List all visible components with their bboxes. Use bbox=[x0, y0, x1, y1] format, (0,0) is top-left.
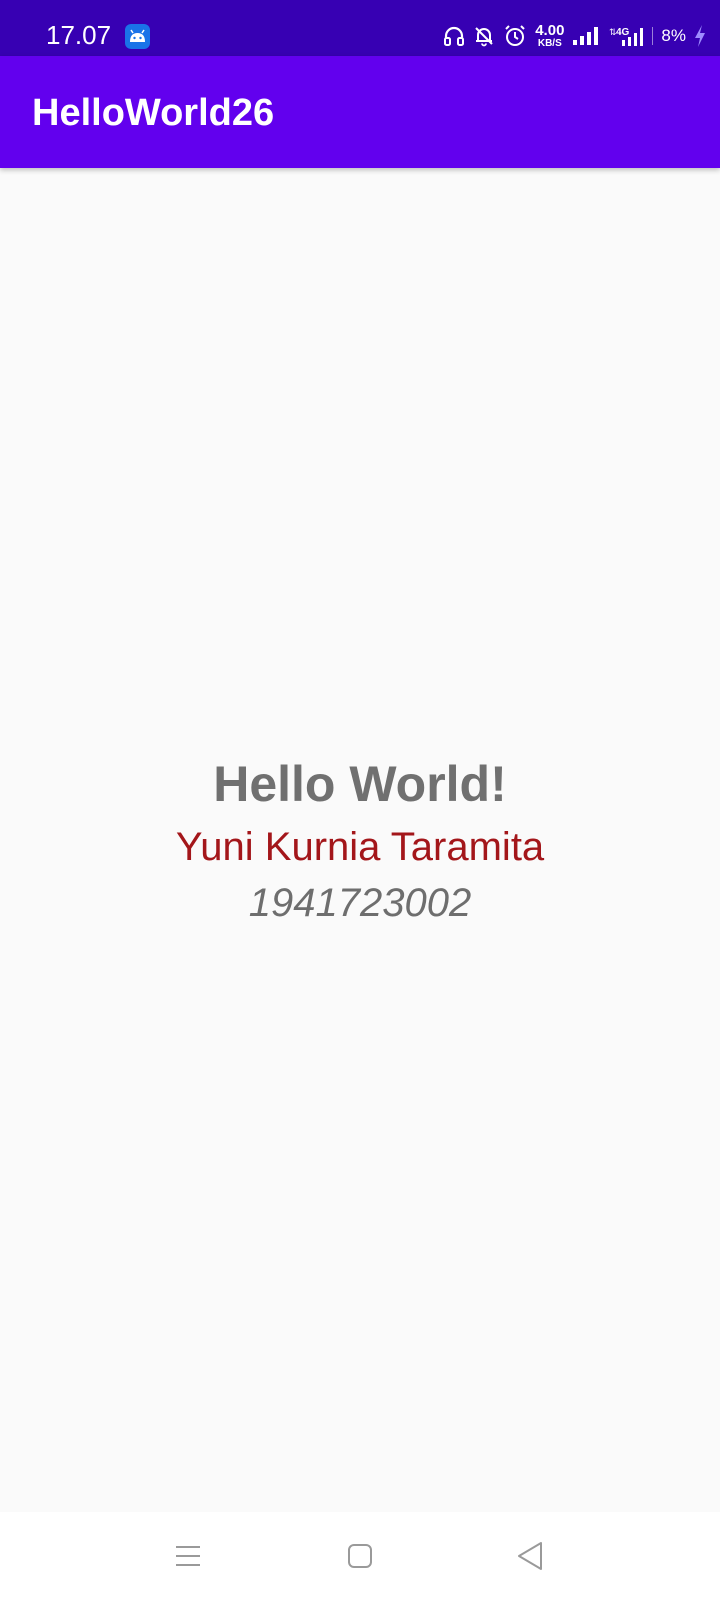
home-icon bbox=[348, 1544, 372, 1568]
android-notification-icon bbox=[125, 24, 150, 49]
status-icons: 4.00 KB/S ⇅ 4G 8% bbox=[443, 20, 706, 52]
status-divider bbox=[652, 27, 654, 45]
home-button[interactable] bbox=[340, 1536, 380, 1576]
status-bar: 17.07 4.00 KB/S ⇅ 4G 8% bbox=[0, 0, 720, 56]
navigation-bar bbox=[0, 1512, 720, 1600]
name-text: Yuni Kurnia Taramita bbox=[175, 825, 545, 869]
network-speed-unit: KB/S bbox=[537, 38, 562, 49]
signal-icon bbox=[572, 26, 600, 46]
recent-apps-button[interactable] bbox=[168, 1536, 208, 1576]
back-icon bbox=[518, 1542, 542, 1570]
app-title: HelloWorld26 bbox=[32, 92, 275, 134]
4g-signal-icon: ⇅ 4G bbox=[608, 25, 644, 47]
menu-icon bbox=[176, 1546, 200, 1566]
alarm-icon bbox=[503, 24, 527, 48]
status-time: 17.07 bbox=[46, 20, 112, 50]
greeting-text: Hello World! bbox=[213, 756, 507, 812]
bell-off-icon bbox=[473, 25, 495, 47]
main-content: Hello World! Yuni Kurnia Taramita 194172… bbox=[0, 168, 720, 1512]
network-speed-value: 4.00 bbox=[535, 22, 565, 39]
student-id-text: 1941723002 bbox=[248, 881, 472, 925]
back-button[interactable] bbox=[510, 1536, 550, 1576]
headphones-icon bbox=[443, 25, 465, 47]
battery-percent: 8% bbox=[661, 26, 686, 45]
app-bar: HelloWorld26 bbox=[0, 56, 720, 168]
network-type-label: 4G bbox=[616, 27, 630, 38]
network-speed: 4.00 KB/S bbox=[535, 23, 564, 49]
charging-icon bbox=[694, 24, 706, 48]
